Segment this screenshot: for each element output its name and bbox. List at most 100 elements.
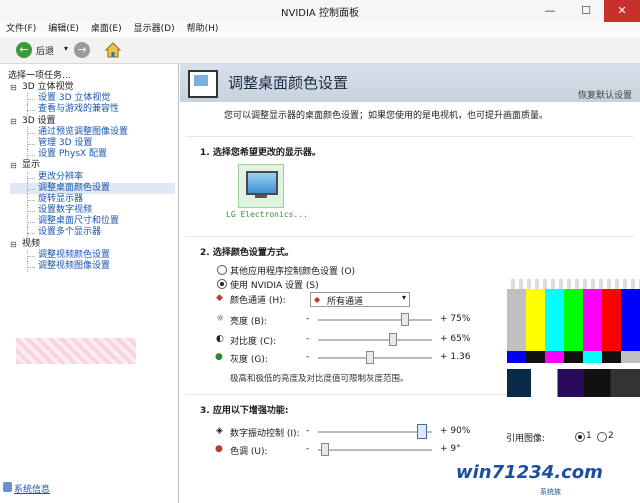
radio-nvidia-settings[interactable] [217,279,227,289]
gamma-slider[interactable] [318,357,432,359]
display-thumbnail[interactable] [238,164,284,208]
monitor-stand [255,195,267,198]
tree-item[interactable]: 设置数字视频 [10,205,175,217]
reference-color-bars [507,289,640,351]
brightness-thumb[interactable] [400,313,409,326]
task-tree: 3D 立体视觉设置 3D 立体视觉查看与游戏的兼容性3D 设置通过预览调整图像设… [10,82,175,273]
maximize-button[interactable]: ☐ [572,0,600,22]
color-channel-label: 颜色通道 (H): [230,296,286,306]
back-button[interactable]: ← [16,42,32,58]
contrast-slider[interactable] [318,339,432,341]
section1-title: 1. 选择您希望更改的显示器。 [200,148,321,158]
gamma-icon: ● [215,352,223,362]
reference-radio-1[interactable] [575,432,585,442]
tree-item[interactable]: 调整视频颜色设置 [10,249,175,262]
menu-display[interactable]: 显示器(D) [128,22,181,36]
reference-image [507,279,640,419]
menu-file[interactable]: 文件(F) [0,22,42,36]
gamma-value: + 1.36 [440,352,471,362]
forward-button[interactable]: → [74,42,90,58]
gamma-thumb[interactable] [366,351,375,364]
hue-slider[interactable] [318,449,432,451]
hue-minus: - [306,444,310,454]
page-description: 您可以调整显示器的桌面颜色设置；如果您使用的是电视机，也可提升画面质量。 [224,111,549,121]
color-channel-value: 所有通道 [327,297,364,307]
brightness-slider[interactable] [318,319,432,321]
radio-other-apps[interactable] [217,265,227,275]
section3-title: 3. 应用以下增强功能: [200,406,289,416]
back-dropdown-icon[interactable]: ▾ [64,44,68,53]
radio-nvidia-label[interactable]: 使用 NVIDIA 设置 (S) [230,278,319,291]
tree-item[interactable]: 查看与游戏的兼容性 [10,104,175,116]
display-name[interactable]: LG Electronics... [226,210,308,219]
watermark-text: win71234.com [456,462,603,483]
display-settings-icon [188,70,218,98]
brightness-icon: ☼ [216,314,225,324]
tree-category[interactable]: 3D 立体视觉 [10,82,175,93]
menu-help[interactable]: 帮助(H) [181,22,225,36]
task-sidebar: 选择一项任务... 3D 立体视觉设置 3D 立体视觉查看与游戏的兼容性3D 设… [0,64,179,503]
monitor-icon [246,171,278,195]
color-channel-select[interactable]: ◆ 所有通道 ▾ [310,292,410,307]
vibrance-slider[interactable] [318,431,432,433]
reference-radio-2-label[interactable]: 2 [608,431,614,441]
tree-item[interactable]: 管理 3D 设置 [10,137,175,150]
contrast-minus: - [306,334,310,344]
vibrance-value: + 90% [440,426,471,436]
page-banner: 调整桌面颜色设置 恢复默认设置 [180,64,640,102]
vibrance-icon: ◈ [216,426,223,436]
gamma-label: 灰度 (G): [230,355,268,365]
tree-item[interactable]: 调整桌面颜色设置 [10,182,175,195]
menu-edit[interactable]: 编辑(E) [42,22,85,36]
tree-item[interactable]: 设置多个显示器 [10,227,175,239]
hue-thumb[interactable] [320,443,329,456]
tree-item[interactable]: 旋转显示器 [10,193,175,206]
tree-category[interactable]: 视频 [10,239,175,250]
tree-item[interactable]: 通过预览调整图像设置 [10,126,175,139]
radio-other-apps-label[interactable]: 其他应用程序控制颜色设置 (O) [230,264,355,277]
reference-reverse-bars [507,351,640,363]
vibrance-label: 数字振动控制 (I): [230,429,300,439]
section2-title: 2. 选择颜色设置方式。 [200,248,294,258]
system-info-icon [3,482,12,492]
decorative-hearts [16,338,136,364]
restore-defaults-link[interactable]: 恢复默认设置 [578,88,632,101]
contrast-value: + 65% [440,334,471,344]
tree-category[interactable]: 显示 [10,160,175,171]
minimize-button[interactable]: — [536,0,564,22]
sidebar-header: 选择一项任务... [8,71,71,81]
contrast-label: 对比度 (C): [230,337,277,347]
contrast-icon: ◐ [216,334,224,344]
color-channel-icon: ◆ [216,293,223,303]
reference-image-label: 引用图像: [506,434,546,444]
page-title: 调整桌面颜色设置 [228,74,349,92]
reference-top-stripe [507,279,640,289]
tree-item[interactable]: 调整视频图像设置 [10,261,175,273]
brightness-label: 亮度 (B): [230,317,268,327]
hue-label: 色调 (U): [230,447,268,457]
vibrance-minus: - [306,426,310,436]
system-info-link[interactable]: 系统信息 [14,482,50,495]
hue-icon: ● [215,444,223,454]
menu-bar: 文件(F) 编辑(E) 桌面(E) 显示器(D) 帮助(H) [0,22,640,36]
reference-pluge [507,369,640,397]
gamma-minus: - [306,352,310,362]
brightness-minus: - [306,314,310,324]
reference-radio-1-label[interactable]: 1 [586,431,592,441]
menu-desktop[interactable]: 桌面(E) [85,22,128,36]
reference-radio-2[interactable] [597,432,607,442]
back-label[interactable]: 后退 [36,44,54,57]
tree-item[interactable]: 调整桌面尺寸和位置 [10,216,175,228]
home-icon[interactable] [104,41,122,59]
toolbar: ← 后退 ▾ → [0,37,640,64]
tree-item[interactable]: 设置 3D 立体视觉 [10,93,175,105]
tree-item[interactable]: 更改分辨率 [10,171,175,183]
tree-item[interactable]: 设置 PhysX 配置 [10,149,175,161]
tree-category[interactable]: 3D 设置 [10,116,175,127]
contrast-thumb[interactable] [389,333,398,346]
gamma-range-note: 极高和极低的亮度及对比度值可限制灰度范围。 [230,374,409,384]
vibrance-thumb[interactable] [416,424,427,439]
close-button[interactable]: ✕ [604,0,640,22]
chevron-down-icon: ▾ [401,293,406,302]
title-bar: NVIDIA 控制面板 — ☐ ✕ [0,0,640,23]
